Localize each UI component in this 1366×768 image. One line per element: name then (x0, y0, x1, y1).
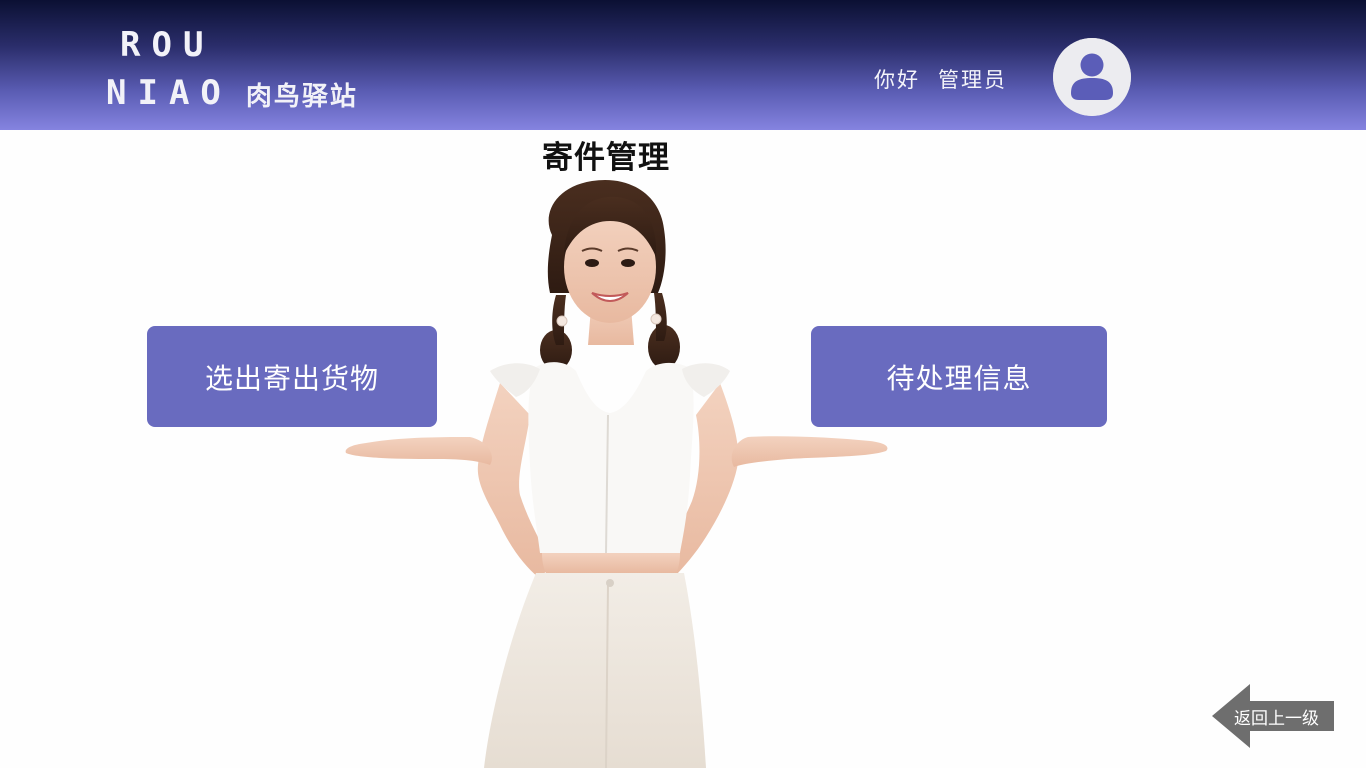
logo-chinese-name: 肉鸟驿站 (245, 82, 358, 112)
greeting: 你好 管理员 (874, 64, 1007, 94)
page-title: 寄件管理 (542, 140, 670, 176)
back-button-label: 返回上一级 (1234, 709, 1319, 729)
logo-line-2: NIAO (106, 72, 232, 113)
pending-info-button[interactable]: 待处理信息 (811, 326, 1107, 427)
logo: ROU NIAO 肉鸟驿站 (106, 26, 358, 113)
logo-line-1: ROU (120, 25, 215, 65)
greeting-hello: 你好 (874, 68, 920, 92)
back-button[interactable]: 返回上一级 (1212, 684, 1334, 748)
header-bar: ROU NIAO 肉鸟驿站 你好 管理员 (0, 0, 1366, 130)
avatar[interactable] (1053, 38, 1131, 116)
presenter-illustration (345, 179, 888, 768)
logo-row-2: NIAO 肉鸟驿站 (106, 72, 358, 113)
user-icon (1053, 38, 1131, 116)
select-outgoing-goods-button[interactable]: 选出寄出货物 (147, 326, 437, 427)
page: ROU NIAO 肉鸟驿站 你好 管理员 寄件管理 选出寄出货物 待处理信息 返… (0, 0, 1366, 768)
greeting-role: 管理员 (938, 68, 1007, 92)
